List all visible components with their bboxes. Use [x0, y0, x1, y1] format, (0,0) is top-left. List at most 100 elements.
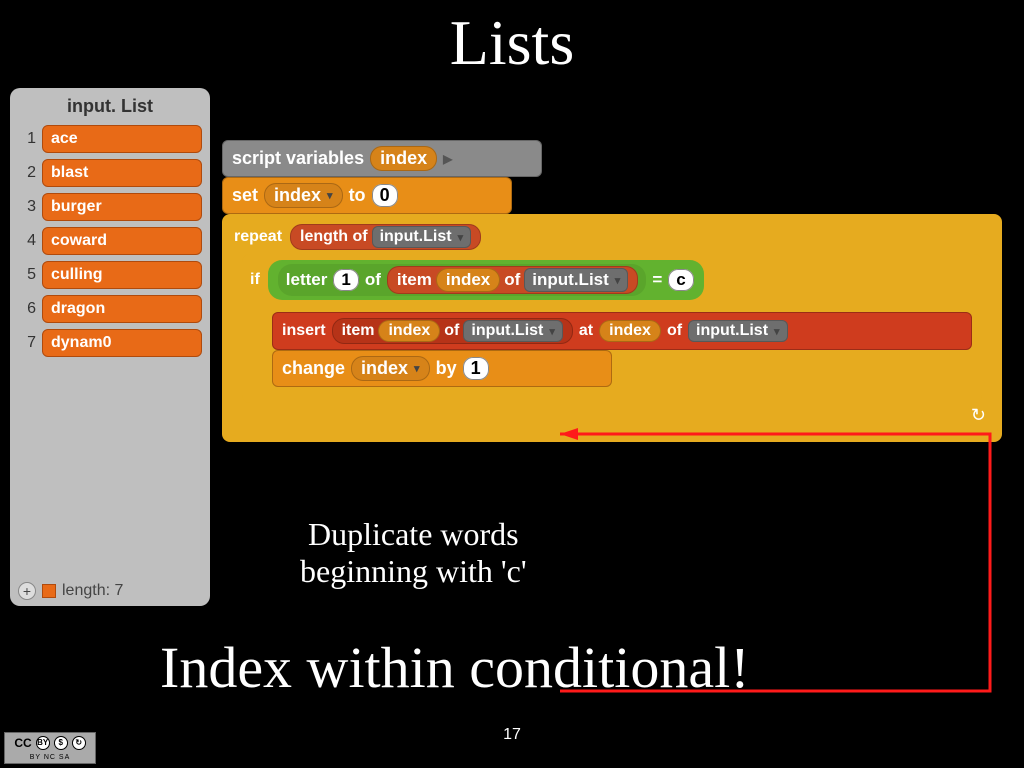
slide-title: Lists — [0, 6, 1024, 80]
list-item: 7 dynam0 — [18, 329, 202, 357]
list-footer: + length: 7 — [18, 582, 202, 600]
block-label: set — [232, 185, 258, 206]
variable-dropdown[interactable]: index ▾ — [351, 356, 430, 381]
caption-duplicate: Duplicate words beginning with 'c' — [300, 516, 527, 590]
length-label: length: 7 — [62, 582, 123, 600]
insert-block[interactable]: insert item index of input.List ▾ at ind… — [272, 312, 972, 350]
row-number: 6 — [18, 300, 36, 318]
block-label: script variables — [232, 148, 364, 169]
block-label: change — [282, 358, 345, 379]
list-item: 1 ace — [18, 125, 202, 153]
chevron-down-icon: ▾ — [327, 189, 333, 202]
page-number: 17 — [0, 726, 1024, 744]
row-value: burger — [42, 193, 202, 221]
item-of-reporter[interactable]: item index of input.List ▾ — [332, 318, 573, 344]
by-icon: BY — [36, 736, 50, 750]
row-number: 4 — [18, 232, 36, 250]
list-dropdown[interactable]: input.List ▾ — [524, 268, 628, 292]
row-value: dynam0 — [42, 329, 202, 357]
list-dropdown[interactable]: input.List ▾ — [688, 320, 788, 342]
dropdown-value: input.List — [696, 322, 768, 340]
reporter-label: length of — [300, 228, 368, 246]
repeat-head: repeat length of input.List ▾ — [228, 220, 996, 254]
dropdown-value: input.List — [380, 228, 452, 246]
reporter-label: item — [397, 270, 432, 290]
set-block[interactable]: set index ▾ to 0 — [222, 177, 512, 214]
equals-operator[interactable]: letter 1 of item index of input.List ▾ — [268, 260, 704, 300]
chevron-down-icon: ▾ — [774, 325, 780, 338]
if-block[interactable]: if letter 1 of item index of input.L — [242, 254, 982, 403]
number-input[interactable]: 1 — [463, 357, 489, 380]
variable-pill-index[interactable]: index — [599, 320, 661, 342]
cc-label: CC — [14, 736, 31, 750]
row-number: 7 — [18, 334, 36, 352]
list-mini-icon — [42, 584, 56, 598]
reporter-label: of — [365, 270, 381, 290]
caption-line: Duplicate words — [308, 516, 519, 552]
list-watcher-title: input. List — [18, 96, 202, 117]
block-label: at — [579, 322, 593, 340]
row-value: blast — [42, 159, 202, 187]
sa-icon: ↻ — [72, 736, 86, 750]
row-number: 2 — [18, 164, 36, 182]
list-rows: 1 ace 2 blast 3 burger 4 coward 5 culling 6 dr… — [18, 125, 202, 357]
list-item: 3 burger — [18, 193, 202, 221]
caption-line: beginning with 'c' — [300, 553, 527, 589]
list-dropdown[interactable]: input.List ▾ — [463, 320, 563, 342]
number-input[interactable]: 1 — [333, 269, 358, 291]
list-item: 2 blast — [18, 159, 202, 187]
caption-index-conditional: Index within conditional! — [160, 634, 750, 701]
arrow-icon[interactable]: ▶ — [443, 152, 452, 166]
variable-pill-index[interactable]: index — [436, 268, 500, 292]
row-value: dragon — [42, 295, 202, 323]
block-label: if — [250, 271, 260, 289]
chevron-down-icon: ▾ — [414, 362, 420, 375]
cc-license-badge: CC BY $ ↻ BY NC SA — [4, 732, 96, 764]
reporter-label: of — [444, 322, 459, 340]
list-dropdown[interactable]: input.List ▾ — [372, 226, 472, 248]
chevron-down-icon: ▾ — [615, 274, 621, 287]
number-input[interactable]: 0 — [372, 184, 398, 207]
reporter-label: item — [342, 322, 375, 340]
dropdown-value: index — [274, 185, 321, 206]
dropdown-value: index — [361, 358, 408, 379]
loop-arrow-icon: ↻ — [228, 403, 998, 428]
row-value: culling — [42, 261, 202, 289]
text-input[interactable]: c — [668, 269, 693, 291]
variable-pill-index[interactable]: index — [378, 320, 440, 342]
nc-icon: $ — [54, 736, 68, 750]
block-label: by — [436, 358, 457, 379]
row-number: 5 — [18, 266, 36, 284]
row-value: ace — [42, 125, 202, 153]
if-head: if letter 1 of item index of input.L — [242, 254, 982, 306]
list-item: 6 dragon — [18, 295, 202, 323]
variable-pill-index[interactable]: index — [370, 146, 437, 171]
cc-sublabel: BY NC SA — [30, 754, 71, 761]
block-label: of — [667, 322, 682, 340]
if-body: insert item index of input.List ▾ at ind… — [272, 306, 982, 393]
list-item: 4 coward — [18, 227, 202, 255]
variable-dropdown[interactable]: index ▾ — [264, 183, 343, 208]
list-item: 5 culling — [18, 261, 202, 289]
row-number: 1 — [18, 130, 36, 148]
repeat-body: if letter 1 of item index of input.L — [228, 254, 998, 436]
list-watcher: input. List 1 ace 2 blast 3 burger 4 coward … — [10, 88, 210, 606]
row-number: 3 — [18, 198, 36, 216]
block-label: insert — [282, 322, 326, 340]
repeat-block[interactable]: repeat length of input.List ▾ if letter … — [222, 214, 1002, 442]
chevron-down-icon: ▾ — [549, 325, 555, 338]
add-row-button[interactable]: + — [18, 582, 36, 600]
block-label: to — [349, 185, 366, 206]
item-of-reporter[interactable]: item index of input.List ▾ — [387, 266, 638, 294]
dropdown-value: input.List — [471, 322, 543, 340]
block-label: repeat — [234, 228, 282, 246]
reporter-label: of — [504, 270, 520, 290]
script-variables-block[interactable]: script variables index ▶ — [222, 140, 542, 177]
change-block[interactable]: change index ▾ by 1 — [272, 350, 612, 387]
equals-label: = — [652, 270, 662, 290]
reporter-label: letter — [286, 270, 328, 290]
length-of-reporter[interactable]: length of input.List ▾ — [290, 224, 481, 250]
dropdown-value: input.List — [532, 270, 608, 290]
letter-of-reporter[interactable]: letter 1 of item index of input.List ▾ — [278, 264, 647, 296]
row-value: coward — [42, 227, 202, 255]
